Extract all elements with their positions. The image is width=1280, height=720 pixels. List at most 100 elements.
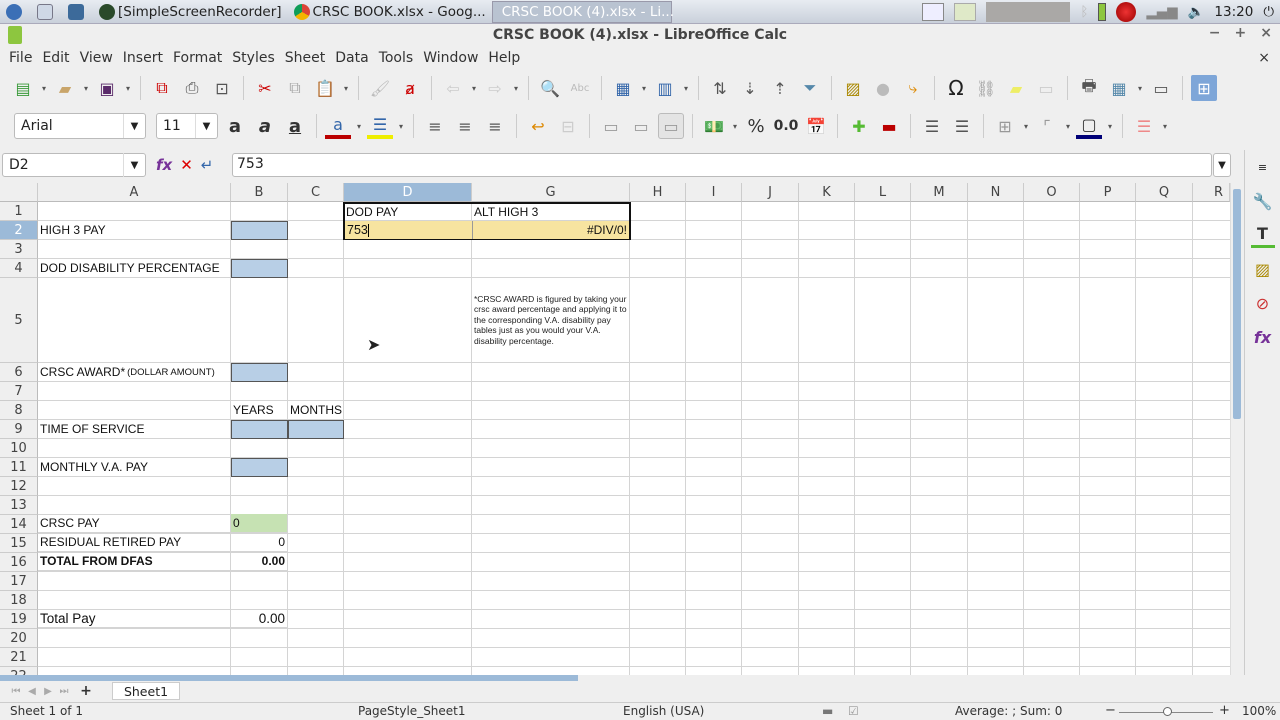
clock[interactable]: 13:20 <box>1214 4 1253 20</box>
border-style-dropdown[interactable]: ▾ <box>1064 113 1072 139</box>
sidebar-menu-icon[interactable]: ≡ <box>1251 154 1275 180</box>
cell-B16[interactable]: 0.00 <box>231 552 288 571</box>
row-header-6[interactable]: 6 <box>0 363 38 382</box>
row-header-9[interactable]: 9 <box>0 420 38 439</box>
column-header-M[interactable]: M <box>911 183 968 202</box>
cell-A14[interactable]: CRSC PAY <box>38 514 231 533</box>
cancel-icon[interactable]: ✕ <box>180 156 193 174</box>
menu-styles[interactable]: Styles <box>227 50 279 66</box>
column-header-L[interactable]: L <box>855 183 911 202</box>
sort-descending-icon[interactable]: ⇣ <box>737 75 763 101</box>
print-preview-icon[interactable]: ⊡ <box>209 75 235 101</box>
add-decimal-icon[interactable]: ✚ <box>846 113 872 139</box>
cell-B14[interactable]: 0 <box>231 514 288 533</box>
bluetooth-icon[interactable]: ᛒ <box>1080 4 1088 20</box>
column-dropdown[interactable]: ▾ <box>682 75 690 101</box>
input-cell-B6[interactable] <box>231 363 288 382</box>
clear-formatting-icon[interactable]: ⱥ <box>397 75 423 101</box>
hyperlink-icon[interactable]: ⛓ <box>973 75 999 101</box>
calc-tray-icon[interactable] <box>954 3 977 21</box>
cell-G1[interactable]: ALT HIGH 3 <box>472 202 630 221</box>
input-cell-B2[interactable] <box>231 221 288 240</box>
column-header-Q[interactable]: Q <box>1136 183 1193 202</box>
language[interactable]: English (USA) <box>623 704 704 718</box>
new-icon[interactable]: ▤ <box>10 75 36 101</box>
file-manager-launcher[interactable] <box>31 1 62 23</box>
properties-icon[interactable]: 🔧 <box>1251 188 1275 214</box>
input-cell-B11[interactable] <box>231 458 288 477</box>
menu-view[interactable]: View <box>75 50 118 66</box>
expand-formula-bar-button[interactable]: ▼ <box>1213 153 1231 177</box>
cell-C8[interactable]: MONTHS <box>288 401 344 420</box>
border-color-icon[interactable]: ▢ <box>1076 113 1102 139</box>
row-header-16[interactable]: 16 <box>0 553 38 572</box>
chevron-down-icon[interactable]: ▼ <box>123 114 145 138</box>
row-icon[interactable]: ▦ <box>610 75 636 101</box>
menu-insert[interactable]: Insert <box>118 50 168 66</box>
row-header-15[interactable]: 15 <box>0 534 38 553</box>
align-left-icon[interactable]: ≡ <box>422 113 448 139</box>
functions-icon[interactable]: fx <box>1251 324 1275 350</box>
column-header-R[interactable]: R <box>1193 183 1230 202</box>
print-range-icon[interactable]: 🖶 <box>1076 75 1102 101</box>
cell-B19[interactable]: 0.00 <box>231 609 288 628</box>
cut-icon[interactable]: ✂ <box>252 75 278 101</box>
column-header-O[interactable]: O <box>1024 183 1080 202</box>
align-center-icon[interactable]: ≡ <box>452 113 478 139</box>
insert-chart-icon[interactable]: ● <box>870 75 896 101</box>
autofilter-icon[interactable]: ⏷ <box>797 75 823 101</box>
taskbar-item-recorder[interactable]: [SimpleScreenRecorder] <box>93 1 288 23</box>
underline-icon[interactable]: a <box>282 113 308 139</box>
special-character-icon[interactable]: Ω <box>943 75 969 101</box>
menu-window[interactable]: Window <box>418 50 483 66</box>
header-footer-icon[interactable]: ▭ <box>1033 75 1059 101</box>
align-top-icon[interactable]: ▭ <box>598 113 624 139</box>
column-header-I[interactable]: I <box>686 183 742 202</box>
zoom-in-icon[interactable]: + <box>1219 703 1230 718</box>
row-header-4[interactable]: 4 <box>0 259 38 278</box>
close-window-button[interactable]: × <box>1260 25 1272 41</box>
spelling-icon[interactable]: Abc <box>567 75 593 101</box>
chevron-down-icon[interactable]: ▼ <box>123 153 145 177</box>
column-header-H[interactable]: H <box>630 183 686 202</box>
borders-icon[interactable]: ⊞ <box>992 113 1018 139</box>
menu-edit[interactable]: Edit <box>37 50 74 66</box>
signal-icon[interactable]: ▂▄▆ <box>1146 4 1177 20</box>
column-header-A[interactable]: A <box>38 183 231 202</box>
sort-ascending-icon[interactable]: ⇡ <box>767 75 793 101</box>
zoom-level[interactable]: 100% <box>1242 704 1276 718</box>
freeze-panes-icon[interactable]: ▦ <box>1106 75 1132 101</box>
currency-dropdown[interactable]: ▾ <box>731 113 739 139</box>
row-header-13[interactable]: 13 <box>0 496 38 515</box>
percent-icon[interactable]: % <box>743 113 769 139</box>
bold-icon[interactable]: a <box>222 113 248 139</box>
menu-sheet[interactable]: Sheet <box>280 50 330 66</box>
sheet-tab-sheet1[interactable]: Sheet1 <box>112 682 180 700</box>
comment-icon[interactable]: ▰ <box>1003 75 1029 101</box>
borders-dropdown[interactable]: ▾ <box>1022 113 1030 139</box>
sort-icon[interactable]: ⇅ <box>707 75 733 101</box>
decrease-indent-icon[interactable]: ☰ <box>949 113 975 139</box>
navigator-icon[interactable]: ⊘ <box>1251 290 1275 316</box>
cell-A6[interactable]: CRSC AWARD* (DOLLAR AMOUNT) <box>38 363 231 382</box>
save-dropdown[interactable]: ▾ <box>124 75 132 101</box>
cell-A4[interactable]: DOD DISABILITY PERCENTAGE <box>38 259 231 278</box>
start-menu-button[interactable] <box>0 1 31 23</box>
undo-dropdown[interactable]: ▾ <box>470 75 478 101</box>
conditional-format-dropdown[interactable]: ▾ <box>1161 113 1169 139</box>
insert-image-icon[interactable]: ▨ <box>840 75 866 101</box>
add-sheet-button[interactable]: + <box>78 683 94 699</box>
input-cell-C9[interactable] <box>288 420 344 439</box>
cell-B15[interactable]: 0 <box>231 533 288 552</box>
row-header-3[interactable]: 3 <box>0 240 38 259</box>
cell-A15[interactable]: RESIDUAL RETIRED PAY <box>38 533 231 552</box>
print-icon[interactable]: ⎙ <box>179 75 205 101</box>
redo-icon[interactable]: ⇨ <box>482 75 508 101</box>
cell-A2[interactable]: HIGH 3 PAY <box>38 221 231 240</box>
split-window-icon[interactable]: ▭ <box>1148 75 1174 101</box>
row-header-5[interactable]: 5 <box>0 278 38 363</box>
network-launcher[interactable] <box>62 1 93 23</box>
window-icon[interactable] <box>922 3 945 21</box>
taskbar-item-chrome[interactable]: CRSC BOOK.xlsx - Goog... <box>288 1 492 23</box>
row-header-14[interactable]: 14 <box>0 515 38 534</box>
